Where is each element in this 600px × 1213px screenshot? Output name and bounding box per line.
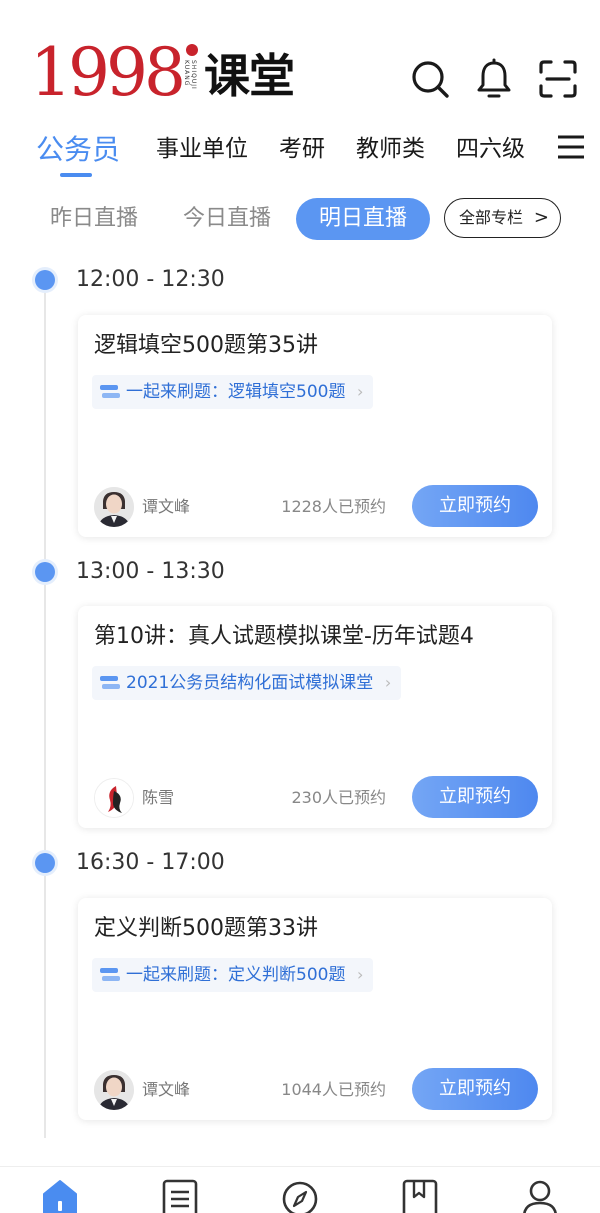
timeline-dot xyxy=(35,562,55,582)
all-columns-button[interactable]: 全部专栏 > xyxy=(444,198,561,238)
app-header: 1998 SHIQUJI KUANG 课堂 xyxy=(0,0,600,120)
compass-icon[interactable] xyxy=(280,1177,320,1213)
bookmark-icon[interactable] xyxy=(400,1177,440,1213)
teacher-name: 陈雪 xyxy=(142,788,175,807)
series-tag[interactable]: 一起来刷题：定义判断500题 › xyxy=(92,958,374,992)
session-title: 定义判断500题第33讲 xyxy=(94,916,318,941)
list-icon[interactable] xyxy=(160,1177,200,1213)
active-tab-indicator xyxy=(60,173,92,177)
chevron-right-icon: › xyxy=(357,382,364,401)
menu-icon[interactable] xyxy=(556,132,586,162)
session-card[interactable]: 第10讲：真人试题模拟课堂-历年试题4 2021公务员结构化面试模拟课堂 › 陈… xyxy=(78,606,552,828)
session-time: 13:00 - 13:30 xyxy=(76,559,225,584)
session-title: 逻辑填空500题第35讲 xyxy=(94,333,318,358)
series-tag[interactable]: 一起来刷题：逻辑填空500题 › xyxy=(92,375,374,409)
series-icon xyxy=(100,384,120,400)
series-name: 2021公务员结构化面试模拟课堂 xyxy=(126,673,374,693)
session-card[interactable]: 逻辑填空500题第35讲 一起来刷题：逻辑填空500题 › 谭文峰 1228人已… xyxy=(78,315,552,537)
chevron-right-icon: › xyxy=(357,965,364,984)
bottom-navigation xyxy=(0,1166,600,1213)
scan-icon[interactable] xyxy=(537,58,579,100)
book-now-button[interactable]: 立即预约 xyxy=(412,1068,538,1110)
series-name: 一起来刷题：定义判断500题 xyxy=(126,965,346,985)
logo-text: 课堂 xyxy=(203,49,295,103)
all-columns-label: 全部专栏 xyxy=(459,208,524,227)
logo-small-text: SHIQUJI KUANG xyxy=(182,60,197,90)
teacher-name: 谭文峰 xyxy=(142,497,191,516)
search-icon[interactable] xyxy=(409,58,451,100)
reservation-count: 1044人已预约 xyxy=(281,1080,386,1099)
book-now-button[interactable]: 立即预约 xyxy=(412,776,538,818)
reservation-count: 230人已预约 xyxy=(291,788,386,807)
series-icon xyxy=(100,967,120,983)
teacher-avatar xyxy=(94,778,134,818)
day-tab-tomorrow[interactable]: 明日直播 xyxy=(296,198,430,240)
home-icon[interactable] xyxy=(40,1177,80,1213)
chevron-right-icon: › xyxy=(384,673,392,692)
series-name: 一起来刷题：逻辑填空500题 xyxy=(126,382,346,402)
app-logo: 1998 SHIQUJI KUANG 课堂 xyxy=(30,34,295,111)
series-icon xyxy=(100,675,120,691)
timeline-line xyxy=(44,280,46,1138)
tab-shiye-danwei[interactable]: 事业单位 xyxy=(156,128,248,170)
day-tab-yesterday[interactable]: 昨日直播 xyxy=(50,198,138,240)
tab-gongwuyuan[interactable]: 公务员 xyxy=(36,129,120,171)
category-tabs: 公务员 事业单位 考研 教师类 四六级 xyxy=(0,126,600,182)
tab-kaoyan[interactable]: 考研 xyxy=(279,128,325,170)
reservation-count: 1228人已预约 xyxy=(281,497,386,516)
day-tab-today[interactable]: 今日直播 xyxy=(183,198,271,240)
session-card[interactable]: 定义判断500题第33讲 一起来刷题：定义判断500题 › 谭文峰 1044人已… xyxy=(78,898,552,1120)
session-time: 12:00 - 12:30 xyxy=(76,267,225,292)
series-tag[interactable]: 2021公务员结构化面试模拟课堂 › xyxy=(92,666,402,700)
timeline-dot xyxy=(35,853,55,873)
session-time: 16:30 - 17:00 xyxy=(76,850,225,875)
teacher-avatar xyxy=(94,1070,134,1110)
timeline-dot xyxy=(35,270,55,290)
book-now-button[interactable]: 立即预约 xyxy=(412,485,538,527)
tab-siliuji[interactable]: 四六级 xyxy=(456,128,525,170)
chevron-right-icon: > xyxy=(533,207,549,228)
profile-icon[interactable] xyxy=(520,1177,560,1213)
teacher-name: 谭文峰 xyxy=(142,1080,191,1099)
teacher-avatar xyxy=(94,487,134,527)
logo-number: 1998 xyxy=(30,34,186,111)
logo-emblem: SHIQUJI KUANG xyxy=(182,44,200,104)
bell-icon[interactable] xyxy=(473,58,515,100)
tab-jiaoshi[interactable]: 教师类 xyxy=(356,128,425,170)
session-title: 第10讲：真人试题模拟课堂-历年试题4 xyxy=(94,624,474,649)
